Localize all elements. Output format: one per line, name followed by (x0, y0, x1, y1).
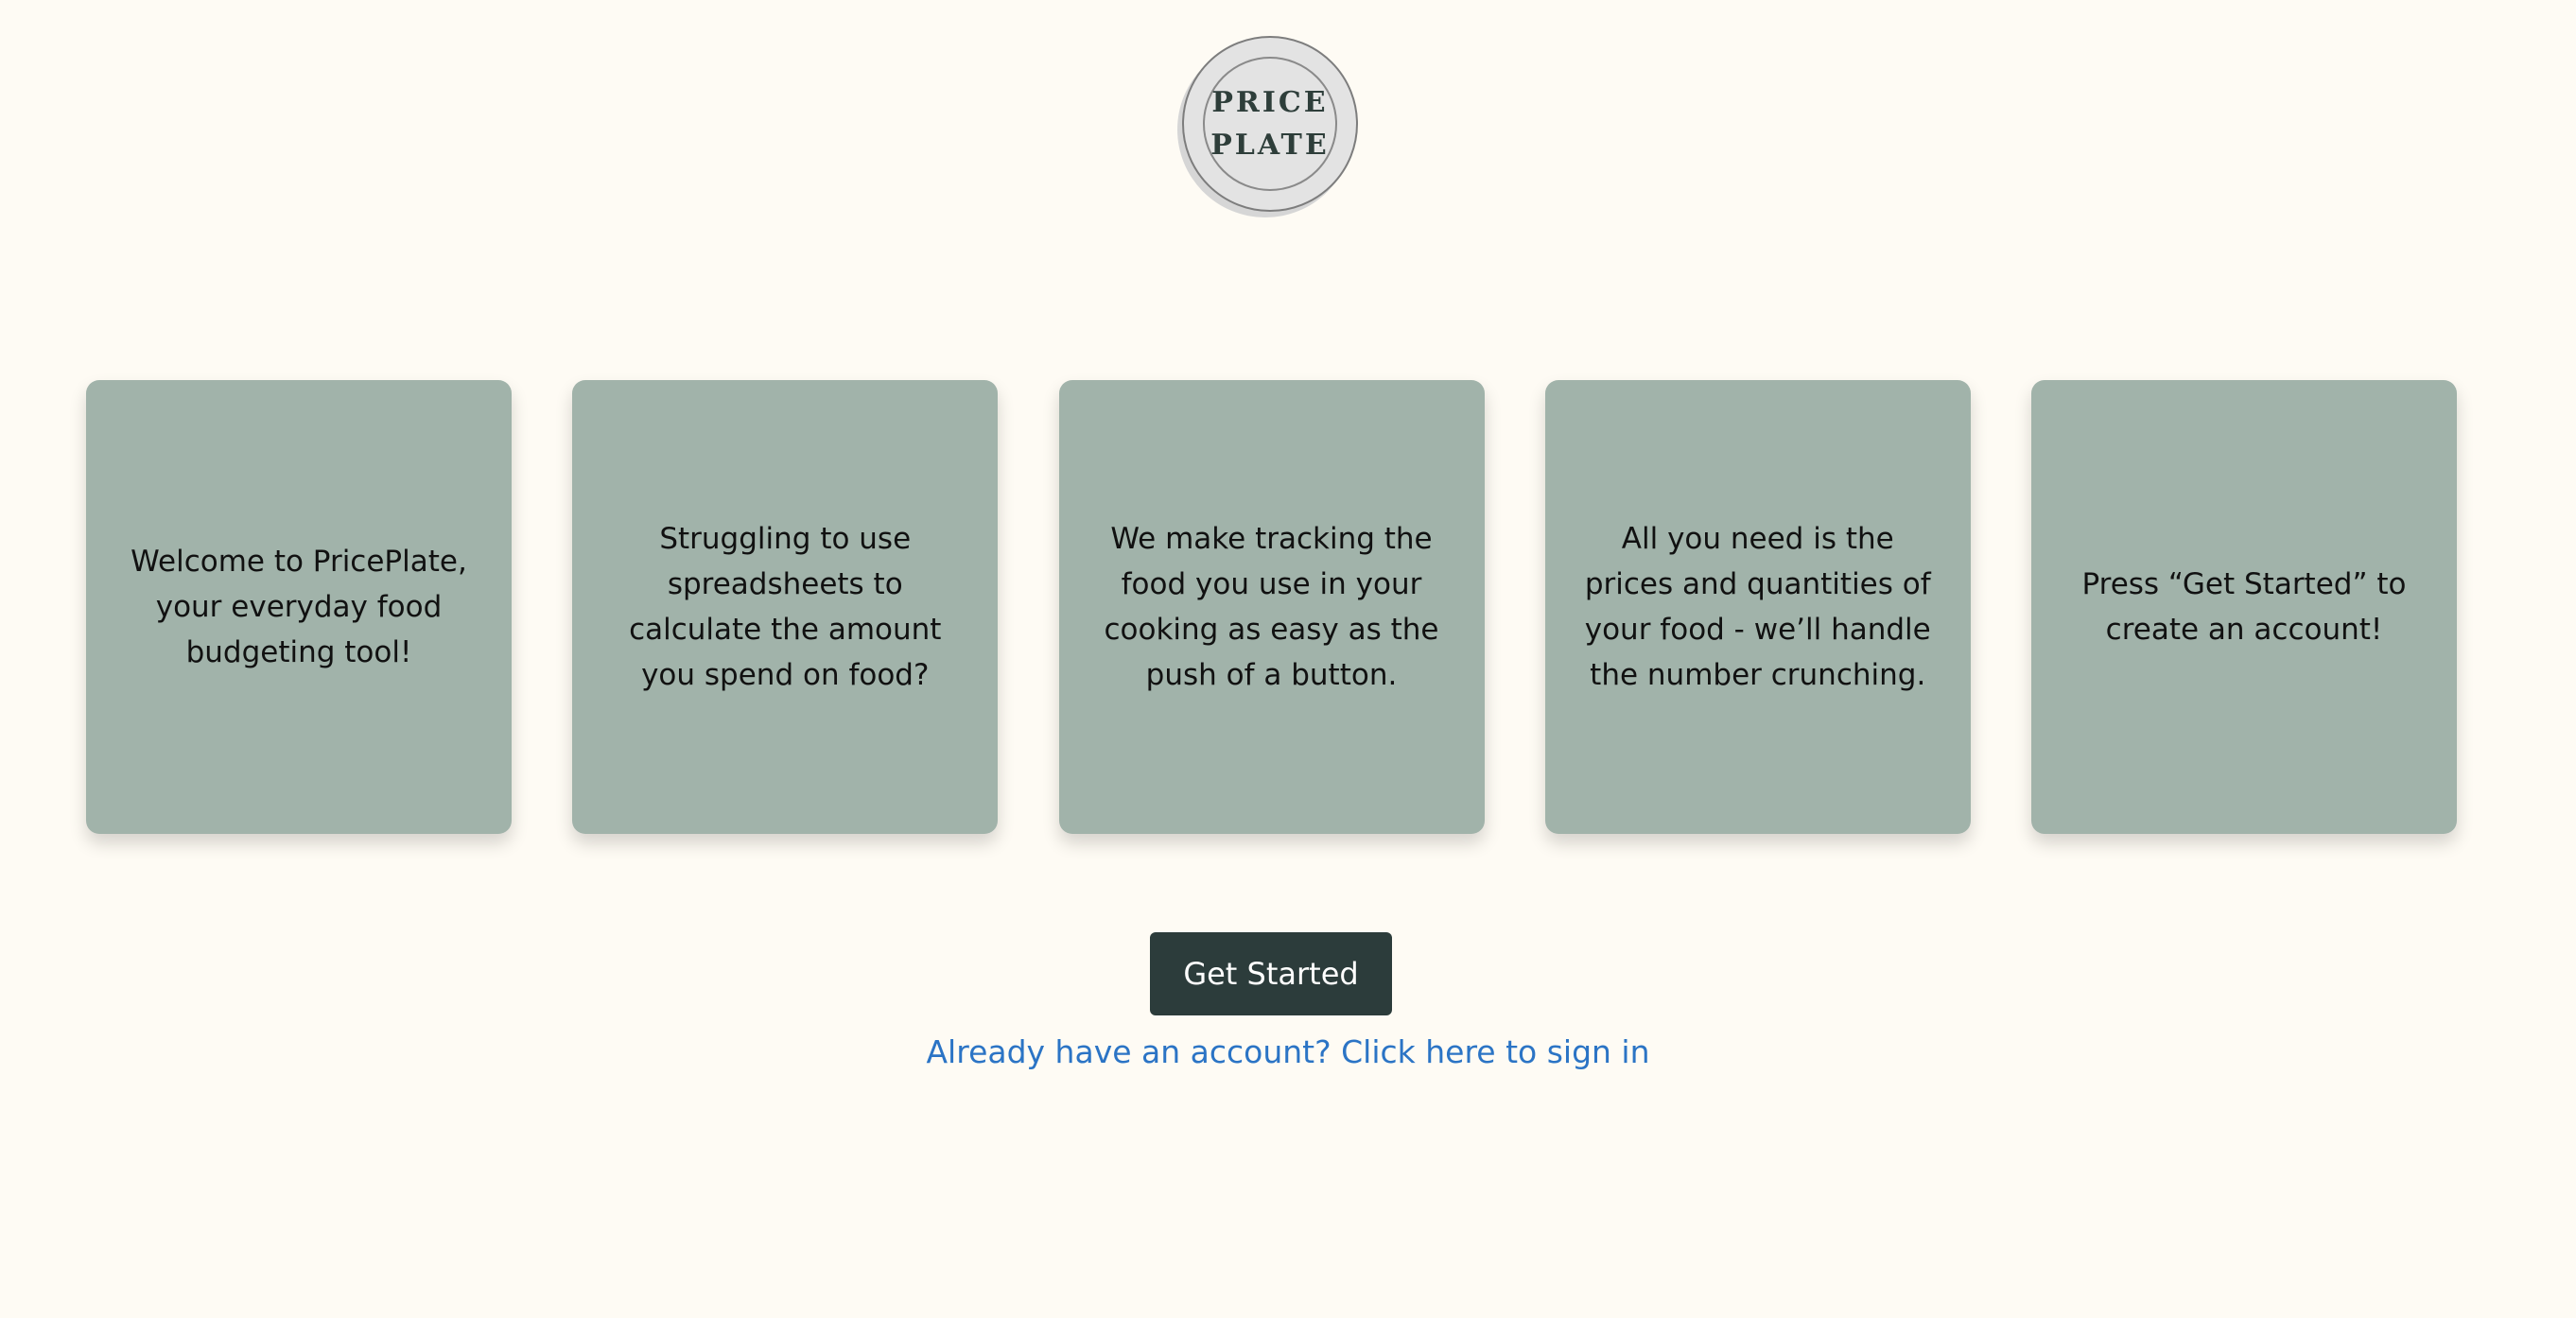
get-started-button[interactable]: Get Started (1150, 932, 1392, 1015)
info-card-tracking: We make tracking the food you use in you… (1058, 380, 1485, 834)
info-card-spreadsheets: Struggling to use spreadsheets to calcul… (572, 380, 999, 834)
info-card-text: We make tracking the food you use in you… (1104, 522, 1439, 692)
info-card-prices: All you need is the prices and quantitie… (1544, 380, 1971, 834)
info-card-text: Welcome to PricePlate, your everyday foo… (131, 545, 467, 669)
sign-in-link[interactable]: Already have an account? Click here to s… (0, 1031, 2576, 1074)
info-card-text: All you need is the prices and quantitie… (1584, 522, 1931, 692)
feature-cards: Welcome to PricePlate, your everyday foo… (86, 380, 2457, 834)
logo-ring: PRICE PLATE (1203, 57, 1337, 191)
info-card-get-started: Press “Get Started” to create an account… (2031, 380, 2457, 834)
priceplate-logo: PRICE PLATE (1182, 36, 1358, 212)
info-card-text: Struggling to use spreadsheets to calcul… (629, 522, 942, 692)
info-card-text: Press “Get Started” to create an account… (2081, 567, 2407, 647)
logo-text-line-1: PRICE (1211, 86, 1329, 119)
info-card-welcome: Welcome to PricePlate, your everyday foo… (86, 380, 512, 834)
logo-text-line-2: PLATE (1210, 129, 1330, 162)
